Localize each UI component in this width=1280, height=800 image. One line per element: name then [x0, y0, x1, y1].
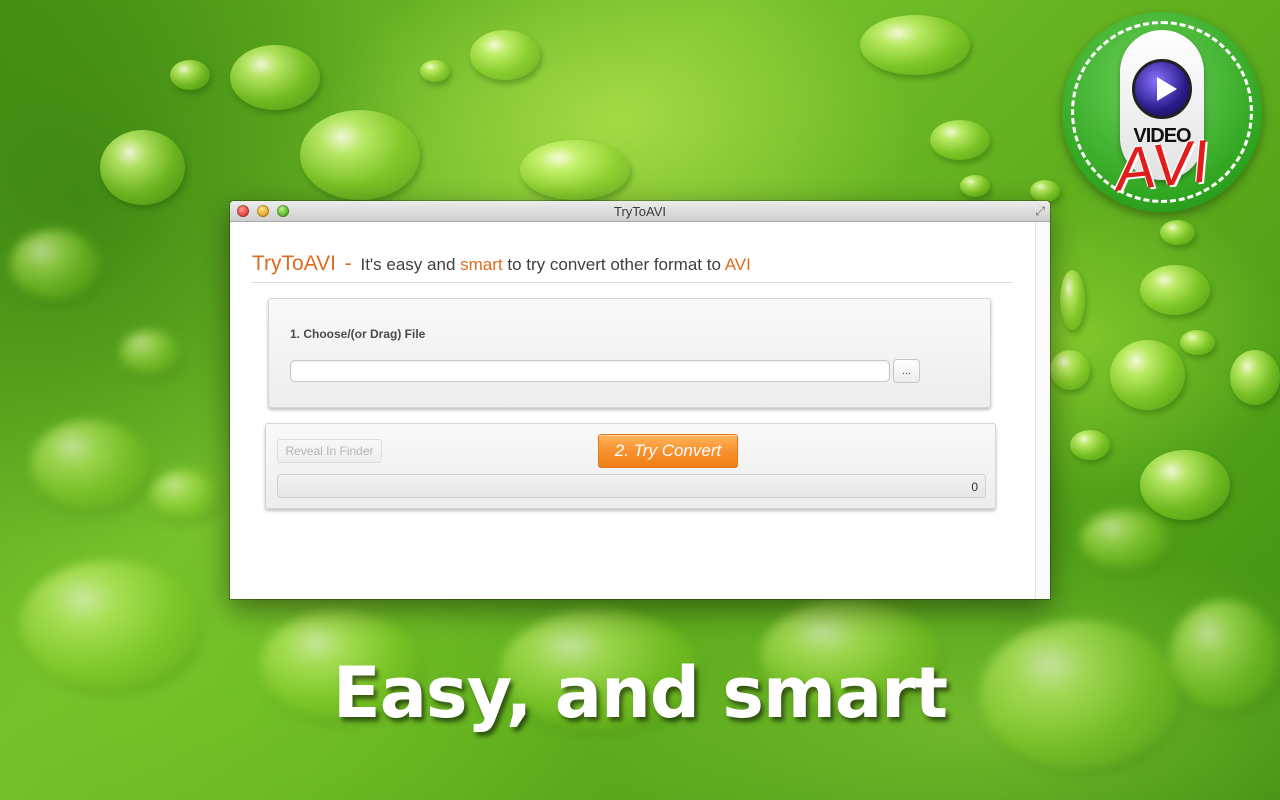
conversion-progress-bar: 0	[277, 474, 986, 498]
droplet	[1140, 450, 1230, 520]
droplet	[1060, 270, 1085, 330]
play-icon	[1132, 59, 1192, 119]
progress-value: 0	[971, 480, 978, 494]
droplet	[420, 60, 450, 82]
convert-panel: Reveal In Finder 2. Try Convert 0	[265, 423, 996, 509]
droplet	[1050, 350, 1090, 390]
droplet	[170, 60, 210, 90]
headline-text-1: It's easy and	[360, 255, 456, 274]
droplet	[30, 420, 150, 510]
droplet	[1070, 430, 1110, 460]
droplet	[230, 45, 320, 110]
droplet	[860, 15, 970, 75]
window-titlebar[interactable]: TryToAVI ⤢	[230, 201, 1050, 222]
headline-text-2: to try convert other format to	[507, 255, 721, 274]
droplet	[100, 130, 185, 205]
droplet	[930, 120, 990, 160]
droplet	[120, 330, 180, 375]
droplet	[520, 140, 630, 200]
droplet	[1080, 510, 1170, 570]
browse-button[interactable]: ...	[893, 359, 920, 383]
droplet	[150, 470, 220, 520]
headline-smart: smart	[460, 255, 503, 274]
file-path-input[interactable]	[290, 360, 890, 382]
droplet	[1110, 340, 1185, 410]
droplet	[10, 230, 100, 300]
header-divider	[252, 282, 1012, 283]
droplet	[1180, 330, 1215, 355]
choose-file-panel: 1. Choose/(or Drag) File ...	[268, 298, 991, 408]
window-title: TryToAVI	[613, 204, 666, 219]
choose-file-label: 1. Choose/(or Drag) File	[290, 327, 426, 341]
page-headline: TryToAVI - It's easy and smart to try co…	[252, 252, 751, 276]
droplet	[1230, 350, 1280, 405]
droplet	[1160, 220, 1195, 245]
try-convert-button[interactable]: 2. Try Convert	[598, 434, 738, 468]
droplet	[1030, 180, 1060, 202]
reveal-in-finder-button[interactable]: Reveal In Finder	[277, 439, 382, 463]
content-scrollbar[interactable]	[1035, 222, 1050, 599]
headline-dash: -	[344, 252, 352, 275]
droplet	[470, 30, 540, 80]
app-logo-badge: VIDEO AVI	[1062, 12, 1262, 212]
app-window: TryToAVI ⤢ TryToAVI - It's easy and smar…	[230, 201, 1050, 599]
droplet	[1140, 265, 1210, 315]
droplet	[300, 110, 420, 200]
promo-tagline: Easy, and smart	[332, 652, 948, 734]
brand-name: TryToAVI	[252, 252, 337, 275]
window-content: TryToAVI - It's easy and smart to try co…	[230, 222, 1050, 599]
fullscreen-arrows-icon[interactable]: ⤢	[1035, 204, 1045, 219]
droplet	[960, 175, 990, 197]
headline-avi: AVI	[724, 255, 751, 274]
